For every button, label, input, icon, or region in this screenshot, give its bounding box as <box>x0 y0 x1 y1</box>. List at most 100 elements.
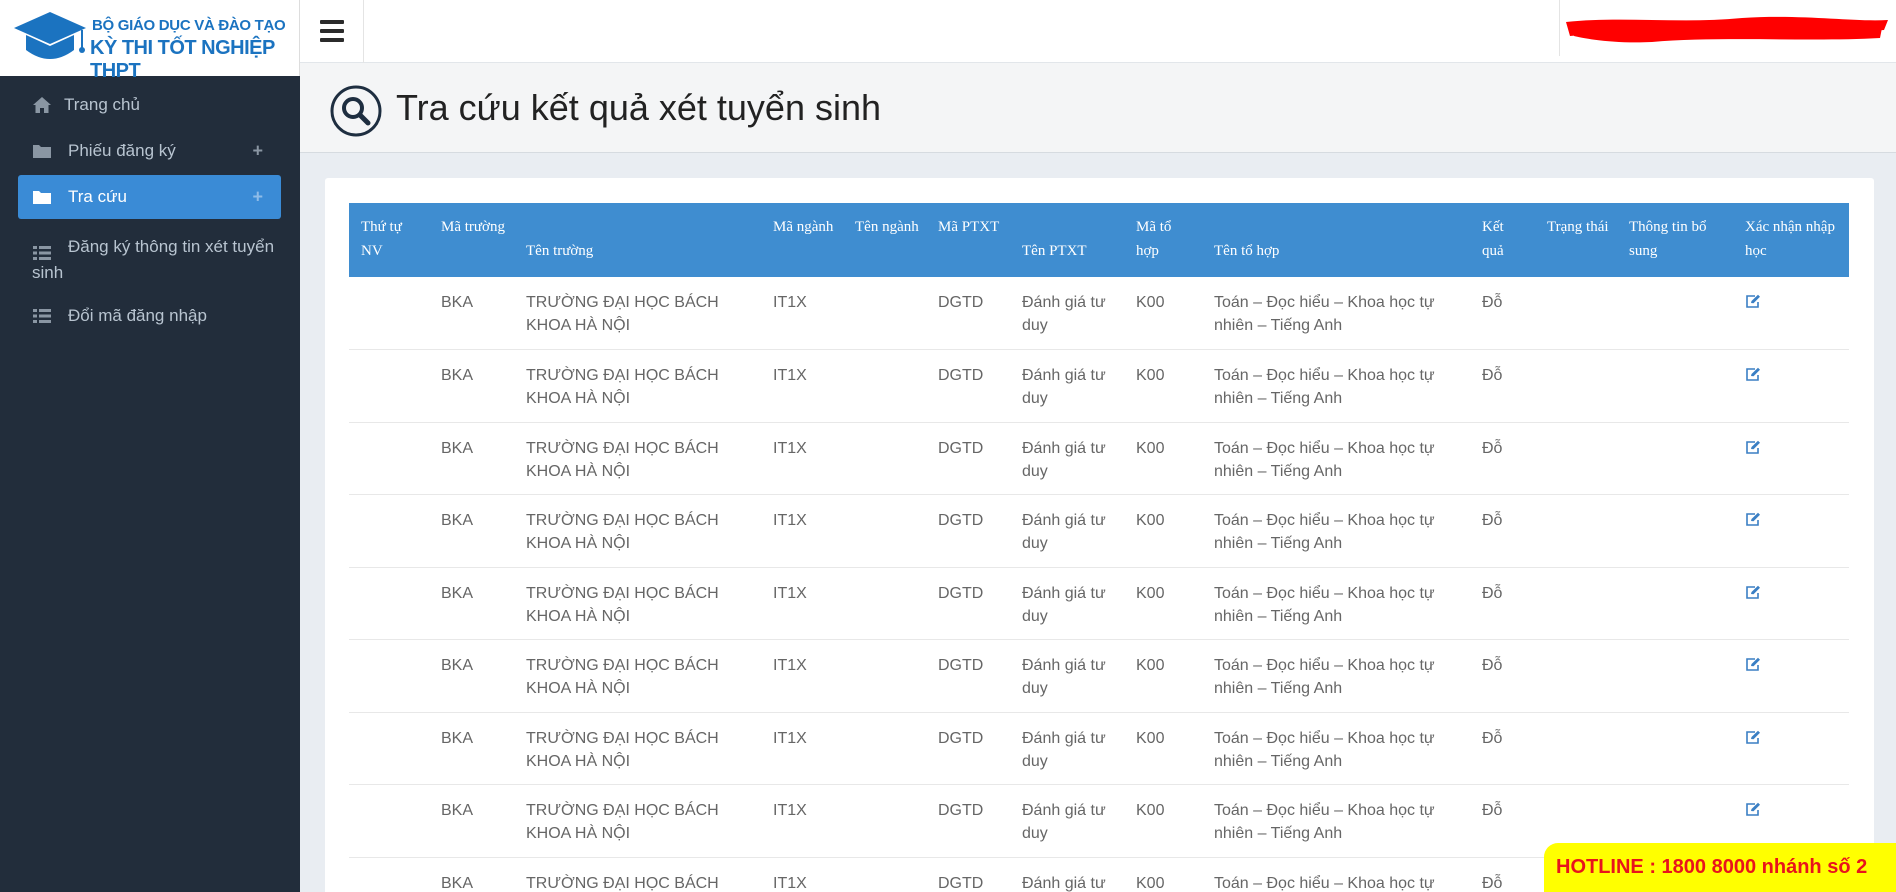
table-cell <box>349 857 429 892</box>
edit-icon[interactable] <box>1745 657 1761 671</box>
table-row: BKATRƯỜNG ĐẠI HỌC BÁCH KHOA HÀ NỘIIT1X DG… <box>349 349 1849 423</box>
table-cell: Toán – Đọc hiểu – Khoa học tự nhiên – Ti… <box>1202 639 1470 713</box>
logo[interactable]: BỘ GIÁO DỤC VÀ ĐÀO TẠO KỲ THI TỐT NGHIỆP… <box>0 0 300 82</box>
table-cell: BKA <box>429 567 514 640</box>
table-cell: K00 <box>1124 712 1202 785</box>
table-row: BKATRƯỜNG ĐẠI HỌC BÁCH KHOA HÀ NỘIIT1X DG… <box>349 494 1849 568</box>
table-cell: IT1X <box>761 349 843 423</box>
table-cell: Đánh giá tư duy <box>1010 712 1124 785</box>
table-cell: Đánh giá tư duy <box>1010 277 1124 350</box>
table-cell: IT1X <box>761 712 843 785</box>
page-title: Tra cứu kết quả xét tuyển sinh <box>396 87 882 128</box>
table-cell: TRƯỜNG ĐẠI HỌC BÁCH KHOA HÀ NỘI <box>514 639 761 713</box>
table-cell: DGTD <box>926 784 1010 858</box>
table-cell: TRƯỜNG ĐẠI HỌC BÁCH KHOA HÀ NỘI <box>514 422 761 495</box>
page-header: Tra cứu kết quả xét tuyển sinh <box>300 63 1896 153</box>
edit-icon[interactable] <box>1745 512 1761 526</box>
table-cell: IT1X <box>761 567 843 640</box>
expand-icon[interactable]: + <box>252 187 263 208</box>
divider <box>363 0 364 63</box>
table-cell: TRƯỜNG ĐẠI HỌC BÁCH KHOA HÀ NỘI <box>514 494 761 568</box>
table-cell <box>1535 567 1617 640</box>
table-cell <box>843 349 926 423</box>
table-cell: K00 <box>1124 784 1202 858</box>
column-header: Xác nhận nhập học <box>1733 203 1849 277</box>
table-cell <box>349 494 429 568</box>
edit-icon[interactable] <box>1745 802 1761 816</box>
table-cell: Toán – Đọc hiểu – Khoa học tự nhiên – Ti… <box>1202 349 1470 423</box>
edit-icon[interactable] <box>1745 367 1761 381</box>
edit-icon[interactable] <box>1745 294 1761 308</box>
table-cell: BKA <box>429 639 514 713</box>
table-cell <box>349 277 429 350</box>
table-cell: TRƯỜNG ĐẠI HỌC BÁCH KHOA HÀ NỘI <box>514 712 761 785</box>
sidebar-item-label: Đổi mã đăng nhập <box>68 306 207 325</box>
table-cell <box>1535 494 1617 568</box>
confirm-enrollment-cell <box>1733 639 1849 713</box>
table-cell: K00 <box>1124 857 1202 892</box>
sidebar-item-label: Đăng ký thông tin xét tuyển <box>68 237 275 256</box>
table-cell: IT1X <box>761 422 843 495</box>
column-header: Kết quả <box>1470 203 1535 277</box>
table-header-row: Thứ tự NV Mã trường Tên trường Mã ngành … <box>349 203 1849 277</box>
sidebar: BỘ GIÁO DỤC VÀ ĐÀO TẠO KỲ THI TỐT NGHIỆP… <box>0 0 300 892</box>
table-cell <box>1617 639 1733 713</box>
table-cell: BKA <box>429 277 514 350</box>
table-cell: Đánh giá tư duy <box>1010 494 1124 568</box>
table-cell: DGTD <box>926 639 1010 713</box>
table-cell: K00 <box>1124 494 1202 568</box>
redacted-user-name[interactable] <box>1562 12 1892 46</box>
expand-icon[interactable]: + <box>252 141 263 162</box>
table-cell: DGTD <box>926 277 1010 350</box>
table-cell: Đánh giá tư duy <box>1010 349 1124 423</box>
sidebar-item-phieu-dang-ky[interactable]: Phiếu đăng ký + <box>18 134 281 168</box>
confirm-enrollment-cell <box>1733 567 1849 640</box>
table-cell: Đỗ <box>1470 277 1535 350</box>
table-cell: IT1X <box>761 639 843 713</box>
confirm-enrollment-cell <box>1733 712 1849 785</box>
table-cell: IT1X <box>761 857 843 892</box>
table-cell: Đỗ <box>1470 784 1535 858</box>
table-cell: Đánh giá tư duy <box>1010 784 1124 858</box>
edit-icon[interactable] <box>1745 730 1761 744</box>
table-cell: Toán – Đọc hiểu – Khoa học tự nhiên – Ti… <box>1202 857 1470 892</box>
table-cell: Toán – Đọc hiểu – Khoa học tự nhiên – Ti… <box>1202 567 1470 640</box>
menu-toggle-icon[interactable] <box>320 20 344 42</box>
hotline-banner[interactable]: HOTLINE : 1800 8000 nhánh số 2 <box>1544 843 1896 892</box>
column-header: Mã ngành <box>761 203 843 277</box>
table-cell: Đỗ <box>1470 422 1535 495</box>
table-cell <box>1535 712 1617 785</box>
table-cell: BKA <box>429 349 514 423</box>
edit-icon[interactable] <box>1745 585 1761 599</box>
confirm-enrollment-cell <box>1733 422 1849 495</box>
table-cell: IT1X <box>761 494 843 568</box>
hotline-text: HOTLINE : 1800 8000 nhánh số 2 <box>1556 856 1868 878</box>
sidebar-item-tra-cuu[interactable]: Tra cứu + <box>18 175 281 219</box>
top-bar <box>300 0 1896 63</box>
folder-icon <box>33 145 51 158</box>
table-cell: Đánh giá tư duy <box>1010 639 1124 713</box>
table-cell: TRƯỜNG ĐẠI HỌC BÁCH KHOA HÀ NỘI <box>514 567 761 640</box>
table-cell <box>843 277 926 350</box>
table-cell <box>349 639 429 713</box>
sidebar-item-doi-ma-dang-nhap[interactable]: Đổi mã đăng nhập <box>18 299 281 333</box>
column-header: Thứ tự NV <box>349 203 429 277</box>
sidebar-item-dang-ky-thong-tin[interactable]: Đăng ký thông tin xét tuyển sinh <box>18 230 281 284</box>
logo-ministry-text: BỘ GIÁO DỤC VÀ ĐÀO TẠO <box>92 17 286 34</box>
results-table: Thứ tự NV Mã trường Tên trường Mã ngành … <box>349 203 1849 892</box>
table-cell: DGTD <box>926 857 1010 892</box>
divider <box>1559 0 1560 56</box>
edit-icon[interactable] <box>1745 440 1761 454</box>
table-cell <box>843 422 926 495</box>
table-cell <box>843 567 926 640</box>
table-cell: K00 <box>1124 349 1202 423</box>
home-icon <box>33 97 51 113</box>
table-cell <box>1617 277 1733 350</box>
table-cell: BKA <box>429 784 514 858</box>
table-cell: Đánh giá tư duy <box>1010 567 1124 640</box>
sidebar-item-home[interactable]: Trang chủ <box>18 88 281 122</box>
search-icon <box>330 85 382 137</box>
table-cell: Toán – Đọc hiểu – Khoa học tự nhiên – Ti… <box>1202 494 1470 568</box>
table-cell: TRƯỜNG ĐẠI HỌC BÁCH KHOA HÀ NỘI <box>514 349 761 423</box>
table-cell: Đỗ <box>1470 639 1535 713</box>
